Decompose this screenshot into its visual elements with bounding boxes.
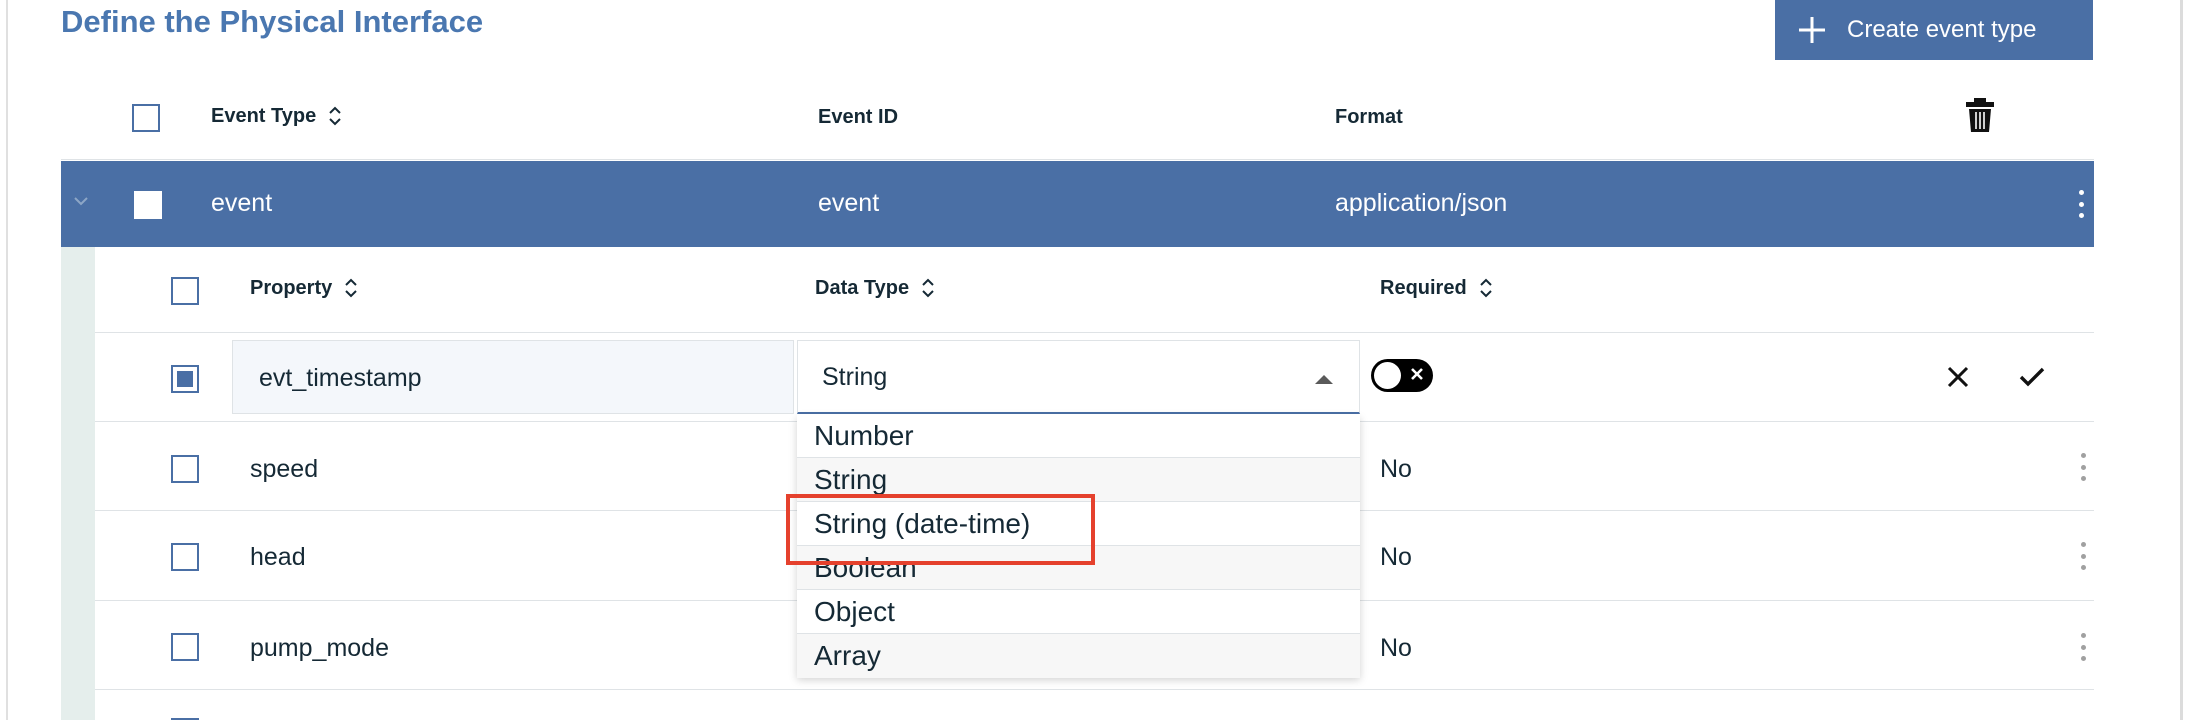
row-divider	[95, 689, 2094, 690]
header-divider	[61, 159, 2094, 160]
event-id-cell: event	[818, 189, 880, 217]
required-header[interactable]: Required	[1380, 276, 1493, 300]
sort-icon	[345, 278, 357, 298]
kebab-icon[interactable]	[2079, 453, 2087, 481]
trash-icon[interactable]	[1965, 97, 1995, 133]
toggle-knob	[1374, 362, 1401, 389]
dropdown-option-boolean[interactable]: Boolean	[797, 546, 1360, 590]
event-id-header-label: Event ID	[818, 106, 899, 128]
property-row-checkbox[interactable]	[171, 365, 199, 393]
nested-table-indent-bar	[61, 247, 95, 720]
format-header-label: Format	[1335, 106, 1403, 128]
required-header-label: Required	[1380, 276, 1467, 299]
table-row[interactable]: event event application/json	[61, 161, 2094, 247]
format-cell: application/json	[1335, 189, 1508, 217]
data-type-header[interactable]: Data Type	[815, 276, 935, 300]
sort-icon	[329, 106, 341, 126]
dropdown-option-string-date-time[interactable]: String (date-time)	[797, 502, 1360, 546]
dropdown-option-number[interactable]: Number	[797, 414, 1360, 458]
close-icon[interactable]	[1946, 365, 1970, 389]
required-toggle[interactable]	[1371, 359, 1433, 392]
property-row-checkbox[interactable]	[171, 543, 199, 571]
plus-icon	[1799, 17, 1825, 43]
property-header-divider	[95, 332, 2094, 333]
property-name-cell: head	[250, 543, 306, 571]
property-row-checkbox[interactable]	[171, 633, 199, 661]
format-header: Format	[1335, 106, 1403, 129]
kebab-icon[interactable]	[2079, 633, 2087, 661]
chevron-down-icon[interactable]	[71, 191, 91, 211]
caret-up-icon	[1315, 375, 1333, 384]
data-type-select[interactable]: String	[797, 340, 1360, 414]
property-header-label: Property	[250, 276, 333, 299]
kebab-icon[interactable]	[2077, 190, 2085, 218]
property-name-cell: pump_mode	[250, 634, 389, 662]
page-title: Define the Physical Interface	[61, 4, 484, 39]
property-name-value: evt_timestamp	[259, 364, 422, 392]
property-row-checkbox[interactable]	[171, 455, 199, 483]
create-event-type-label: Create event type	[1847, 16, 2037, 43]
event-type-cell: event	[211, 189, 273, 217]
data-type-header-label: Data Type	[815, 276, 910, 299]
toggle-off-icon	[1411, 368, 1423, 380]
property-header[interactable]: Property	[250, 276, 358, 300]
checkmark-icon[interactable]	[2018, 365, 2046, 389]
required-cell: No	[1380, 634, 1412, 662]
data-type-dropdown-menu: Number String String (date-time) Boolean…	[797, 414, 1360, 678]
dropdown-option-string[interactable]: String	[797, 458, 1360, 502]
dropdown-option-object[interactable]: Object	[797, 590, 1360, 634]
frame-left-border	[6, 0, 8, 720]
select-all-events-checkbox[interactable]	[132, 104, 160, 132]
required-cell: No	[1380, 543, 1412, 571]
required-cell: No	[1380, 455, 1412, 483]
event-id-header: Event ID	[818, 106, 898, 129]
sort-icon	[922, 278, 934, 298]
event-type-header-label: Event Type	[211, 104, 317, 127]
property-name-cell: speed	[250, 455, 319, 483]
dropdown-option-array[interactable]: Array	[797, 634, 1360, 678]
kebab-icon[interactable]	[2079, 542, 2087, 570]
data-type-selected-value: String	[822, 363, 888, 391]
event-type-header[interactable]: Event Type	[211, 104, 342, 128]
sort-icon	[1479, 278, 1492, 298]
select-all-properties-checkbox[interactable]	[171, 277, 199, 305]
event-row-checkbox[interactable]	[134, 191, 162, 219]
property-name-input[interactable]: evt_timestamp	[232, 340, 794, 414]
create-event-type-button[interactable]: Create event type	[1775, 0, 2093, 60]
frame-right-border	[2180, 0, 2183, 720]
